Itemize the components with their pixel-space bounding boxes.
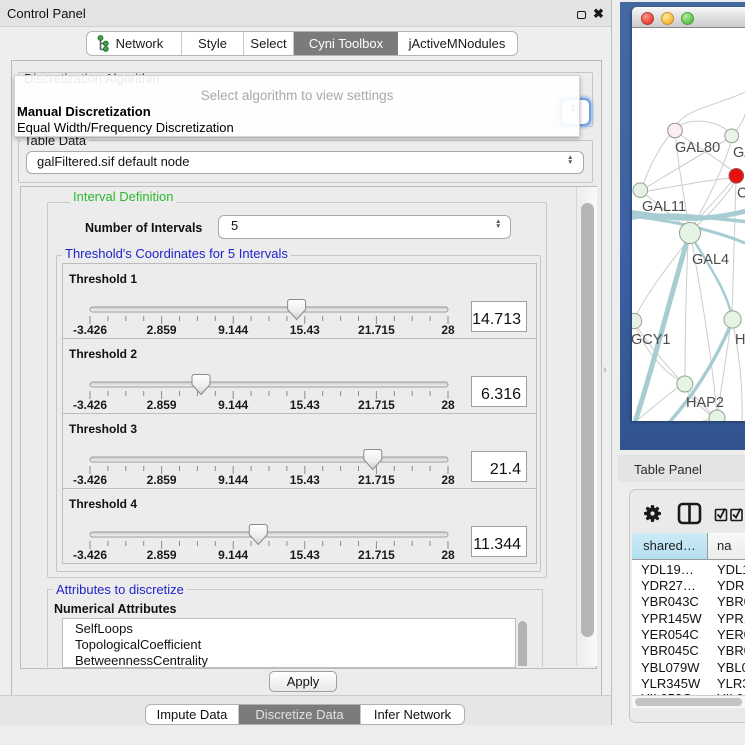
- svg-text:2.859: 2.859: [147, 548, 177, 562]
- svg-text:9.144: 9.144: [218, 548, 248, 562]
- svg-text:GAL80: GAL80: [675, 140, 720, 156]
- svg-text:GCY1: GCY1: [632, 332, 671, 348]
- svg-text:28: 28: [441, 473, 455, 487]
- svg-text:21.715: 21.715: [358, 323, 395, 337]
- svg-text:9.144: 9.144: [218, 398, 248, 412]
- svg-text:21.715: 21.715: [358, 548, 395, 562]
- svg-text:15.43: 15.43: [290, 398, 320, 412]
- svg-text:2.859: 2.859: [147, 473, 177, 487]
- svg-text:15.43: 15.43: [290, 473, 320, 487]
- svg-text:H: H: [735, 332, 745, 348]
- svg-text:15.43: 15.43: [290, 323, 320, 337]
- svg-text:HAP2: HAP2: [686, 395, 724, 411]
- svg-text:C: C: [737, 186, 745, 202]
- svg-text:-3.426: -3.426: [73, 323, 107, 337]
- svg-text:15.43: 15.43: [290, 548, 320, 562]
- svg-text:21.715: 21.715: [358, 398, 395, 412]
- svg-text:-3.426: -3.426: [73, 473, 107, 487]
- svg-text:GAL11: GAL11: [642, 199, 686, 215]
- svg-text:-3.426: -3.426: [73, 548, 107, 562]
- svg-text:GAL4: GAL4: [692, 252, 729, 268]
- svg-text:9.144: 9.144: [218, 473, 248, 487]
- svg-text:9.144: 9.144: [218, 323, 248, 337]
- svg-text:GA: GA: [733, 145, 745, 161]
- svg-text:-3.426: -3.426: [73, 398, 107, 412]
- svg-text:28: 28: [441, 323, 455, 337]
- svg-text:28: 28: [441, 398, 455, 412]
- svg-text:21.715: 21.715: [358, 473, 395, 487]
- svg-text:2.859: 2.859: [147, 398, 177, 412]
- svg-text:2.859: 2.859: [147, 323, 177, 337]
- svg-text:28: 28: [441, 548, 455, 562]
